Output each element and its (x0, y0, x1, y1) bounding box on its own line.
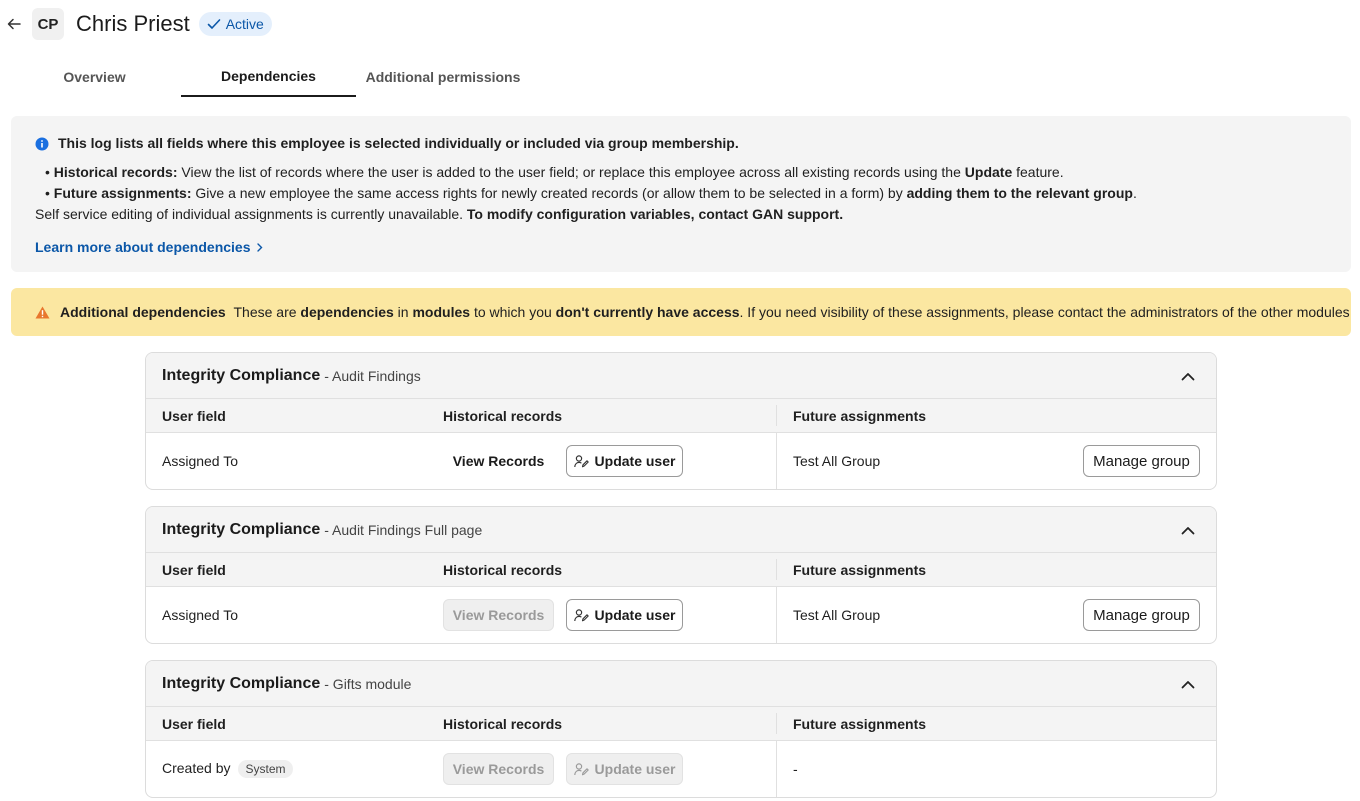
module-card-header: Integrity Compliance - Audit Findings Fu… (146, 507, 1216, 553)
future-tail: . (1132, 185, 1137, 201)
column-historical: Historical records (443, 407, 563, 424)
column-historical: Historical records (443, 561, 563, 578)
collapse-button[interactable] (1176, 672, 1200, 696)
future-assignment-value: - (793, 761, 798, 777)
info-icon (35, 137, 49, 150)
info-historical-line: • Historical records: View the list of r… (45, 164, 1064, 180)
user-field-value: Assigned To (162, 453, 239, 469)
module-card-header: Integrity Compliance - Gifts module (146, 661, 1216, 707)
page-title: Chris Priest (76, 11, 190, 36)
module-name: Integrity Compliance (162, 366, 321, 384)
collapse-button[interactable] (1176, 364, 1200, 388)
warning-b2: modules (412, 304, 471, 320)
info-panel: This log lists all fields where this emp… (11, 116, 1351, 272)
warning-triangle-icon (35, 306, 50, 318)
user-field-value: Assigned To (162, 607, 239, 623)
warning-title: Additional dependencies (60, 304, 226, 320)
warning-b3: don't currently have access (555, 304, 740, 320)
column-future: Future assignments (793, 407, 927, 424)
table-row: Assigned To View Records Update user Tes… (146, 433, 1216, 489)
module-name: Integrity Compliance (162, 520, 321, 538)
status-label: Active (225, 16, 264, 32)
view-records-button[interactable]: View Records (443, 445, 554, 477)
warning-t2: in (393, 304, 413, 320)
page-header: CP Chris Priest Active (0, 6, 272, 42)
tab-dependencies[interactable]: Dependencies (181, 57, 356, 97)
self-service-text: Self service editing of individual assig… (35, 206, 467, 222)
update-user-button[interactable]: Update user (566, 599, 683, 631)
module-subtitle: - Gifts module (324, 675, 412, 692)
column-user-field: User field (162, 715, 226, 732)
column-future: Future assignments (793, 715, 927, 732)
table-row: Created by System View Records Update use… (146, 741, 1216, 797)
historical-label: Historical records: (53, 164, 178, 180)
module-card-gifts-module: Integrity Compliance - Gifts module User… (145, 660, 1217, 798)
future-text: Give a new employee the same access righ… (191, 185, 907, 201)
column-user-field: User field (162, 407, 226, 424)
warning-b1: dependencies (300, 304, 394, 320)
collapse-button[interactable] (1176, 518, 1200, 542)
user-edit-icon (573, 454, 589, 467)
historical-bold: Update (964, 164, 1013, 180)
chevron-up-icon (1181, 526, 1195, 534)
future-assignment-value: Test All Group (793, 453, 881, 469)
info-self-service-line: Self service editing of individual assig… (11, 204, 1327, 225)
tab-additional-permissions[interactable]: Additional permissions (356, 57, 530, 97)
status-badge: Active (198, 12, 272, 36)
system-badge: System (238, 760, 293, 779)
user-field-value: Created by System (162, 759, 293, 779)
info-title: This log lists all fields where this emp… (35, 133, 1327, 154)
update-user-label: Update user (594, 761, 676, 777)
module-subtitle: - Audit Findings Full page (324, 521, 483, 538)
table-row: Assigned To View Records Update user Tes… (146, 587, 1216, 643)
tab-bar: Overview Dependencies Additional permiss… (8, 57, 530, 97)
update-user-button[interactable]: Update user (566, 753, 683, 785)
warning-t4: . If you need visibility of these assign… (739, 304, 1350, 320)
view-records-button[interactable]: View Records (443, 753, 554, 785)
view-records-button[interactable]: View Records (443, 599, 554, 631)
learn-more-link[interactable]: Learn more about dependencies (35, 237, 263, 258)
module-card-header: Integrity Compliance - Audit Findings (146, 353, 1216, 399)
info-future-line: • Future assignments: Give a new employe… (45, 185, 1137, 201)
historical-tail: feature. (1012, 164, 1064, 180)
arrow-left-icon (7, 18, 21, 30)
column-header-row: User field Historical records Future ass… (146, 707, 1216, 741)
manage-group-button[interactable]: Manage group (1083, 599, 1200, 631)
self-service-bold: To modify configuration variables, conta… (466, 206, 844, 222)
column-user-field: User field (162, 561, 226, 578)
warning-t3: to which you (470, 304, 556, 320)
module-card-audit-findings-full-page: Integrity Compliance - Audit Findings Fu… (145, 506, 1217, 644)
user-edit-icon (573, 608, 589, 621)
column-header-row: User field Historical records Future ass… (146, 553, 1216, 587)
manage-group-button[interactable]: Manage group (1083, 445, 1200, 477)
user-edit-icon (573, 762, 589, 775)
warning-banner: Additional dependencies These are depend… (11, 288, 1351, 336)
chevron-up-icon (1181, 680, 1195, 688)
column-historical: Historical records (443, 715, 563, 732)
chevron-right-icon (256, 243, 262, 252)
future-label: Future assignments: (53, 185, 192, 201)
module-name: Integrity Compliance (162, 674, 321, 692)
update-user-button[interactable]: Update user (566, 445, 683, 477)
future-assignment-value: Test All Group (793, 607, 881, 623)
column-future: Future assignments (793, 561, 927, 578)
future-bold: adding them to the relevant group (906, 185, 1133, 201)
warning-t1: These are (233, 304, 301, 320)
module-card-audit-findings: Integrity Compliance - Audit Findings Us… (145, 352, 1217, 490)
learn-more-label: Learn more about dependencies (35, 239, 251, 255)
column-header-row: User field Historical records Future ass… (146, 399, 1216, 433)
tab-overview[interactable]: Overview (8, 57, 181, 97)
avatar: CP (32, 8, 64, 40)
chevron-up-icon (1181, 372, 1195, 380)
check-icon (207, 19, 220, 29)
warning-text: Additional dependencies These are depend… (60, 304, 1350, 320)
update-user-label: Update user (594, 607, 676, 623)
back-button[interactable] (2, 12, 26, 36)
module-subtitle: - Audit Findings (324, 367, 421, 384)
user-field-label: Created by (162, 759, 231, 776)
historical-text: View the list of records where the user … (177, 164, 965, 180)
update-user-label: Update user (594, 453, 676, 469)
info-title-text: This log lists all fields where this emp… (58, 135, 739, 151)
